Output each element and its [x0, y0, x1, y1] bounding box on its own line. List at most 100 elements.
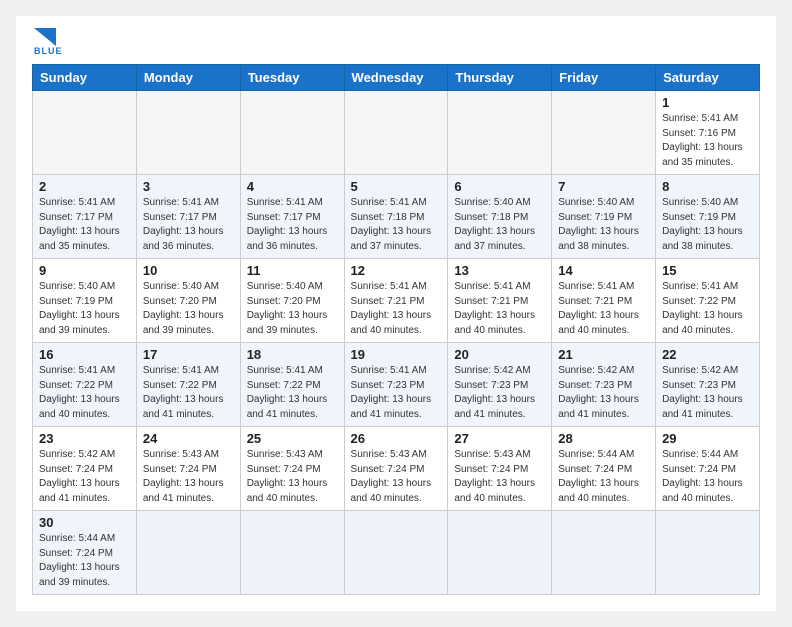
calendar-cell	[552, 511, 656, 595]
calendar-week-row: 9Sunrise: 5:40 AM Sunset: 7:19 PM Daylig…	[33, 259, 760, 343]
calendar-cell	[240, 91, 344, 175]
calendar-cell	[136, 511, 240, 595]
day-info: Sunrise: 5:41 AM Sunset: 7:17 PM Dayligh…	[247, 196, 338, 254]
day-number: 11	[247, 263, 338, 278]
day-number: 19	[351, 347, 442, 362]
weekday-header-tuesday: Tuesday	[240, 65, 344, 91]
day-number: 29	[662, 431, 753, 446]
calendar-cell	[344, 91, 448, 175]
day-number: 10	[143, 263, 234, 278]
weekday-header-saturday: Saturday	[656, 65, 760, 91]
day-number: 18	[247, 347, 338, 362]
day-number: 21	[558, 347, 649, 362]
day-info: Sunrise: 5:44 AM Sunset: 7:24 PM Dayligh…	[662, 448, 753, 506]
logo-subtitle: BLUE	[34, 46, 63, 56]
day-number: 16	[39, 347, 130, 362]
calendar-cell: 27 Sunrise: 5:43 AM Sunset: 7:24 PM Dayli…	[448, 427, 552, 511]
day-number: 17	[143, 347, 234, 362]
calendar-cell	[33, 91, 137, 175]
calendar-cell: 7 Sunrise: 5:40 AM Sunset: 7:19 PM Daylig…	[552, 175, 656, 259]
day-info: Sunrise: 5:42 AM Sunset: 7:23 PM Dayligh…	[454, 364, 545, 422]
logo: BLUE	[32, 32, 63, 56]
calendar-cell: 2 Sunrise: 5:41 AM Sunset: 7:17 PM Daylig…	[33, 175, 137, 259]
day-info: Sunrise: 5:40 AM Sunset: 7:18 PM Dayligh…	[454, 196, 545, 254]
day-info: Sunrise: 5:41 AM Sunset: 7:22 PM Dayligh…	[39, 364, 130, 422]
day-number: 2	[39, 179, 130, 194]
day-info: Sunrise: 5:40 AM Sunset: 7:20 PM Dayligh…	[143, 280, 234, 338]
day-number: 25	[247, 431, 338, 446]
calendar-cell: 21 Sunrise: 5:42 AM Sunset: 7:23 PM Dayli…	[552, 343, 656, 427]
day-number: 6	[454, 179, 545, 194]
weekday-header-monday: Monday	[136, 65, 240, 91]
day-number: 7	[558, 179, 649, 194]
day-info: Sunrise: 5:41 AM Sunset: 7:17 PM Dayligh…	[143, 196, 234, 254]
weekday-header-thursday: Thursday	[448, 65, 552, 91]
calendar-cell: 20 Sunrise: 5:42 AM Sunset: 7:23 PM Dayli…	[448, 343, 552, 427]
day-info: Sunrise: 5:42 AM Sunset: 7:23 PM Dayligh…	[558, 364, 649, 422]
calendar-cell: 9Sunrise: 5:40 AM Sunset: 7:19 PM Daylig…	[33, 259, 137, 343]
calendar-cell: 12Sunrise: 5:41 AM Sunset: 7:21 PM Dayli…	[344, 259, 448, 343]
day-info: Sunrise: 5:41 AM Sunset: 7:22 PM Dayligh…	[662, 280, 753, 338]
calendar-cell	[240, 511, 344, 595]
day-info: Sunrise: 5:43 AM Sunset: 7:24 PM Dayligh…	[143, 448, 234, 506]
day-number: 27	[454, 431, 545, 446]
day-info: Sunrise: 5:41 AM Sunset: 7:21 PM Dayligh…	[454, 280, 545, 338]
calendar-cell: 4 Sunrise: 5:41 AM Sunset: 7:17 PM Daylig…	[240, 175, 344, 259]
calendar-cell: 30 Sunrise: 5:44 AM Sunset: 7:24 PM Dayli…	[33, 511, 137, 595]
day-info: Sunrise: 5:41 AM Sunset: 7:22 PM Dayligh…	[143, 364, 234, 422]
calendar-cell: 18Sunrise: 5:41 AM Sunset: 7:22 PM Dayli…	[240, 343, 344, 427]
calendar-cell: 29 Sunrise: 5:44 AM Sunset: 7:24 PM Dayli…	[656, 427, 760, 511]
weekday-header-row: SundayMondayTuesdayWednesdayThursdayFrid…	[33, 65, 760, 91]
calendar-cell: 13 Sunrise: 5:41 AM Sunset: 7:21 PM Dayli…	[448, 259, 552, 343]
calendar-cell: 28Sunrise: 5:44 AM Sunset: 7:24 PM Dayli…	[552, 427, 656, 511]
calendar-cell: 26Sunrise: 5:43 AM Sunset: 7:24 PM Dayli…	[344, 427, 448, 511]
day-number: 20	[454, 347, 545, 362]
day-number: 14	[558, 263, 649, 278]
calendar-week-row: 2 Sunrise: 5:41 AM Sunset: 7:17 PM Daylig…	[33, 175, 760, 259]
day-number: 22	[662, 347, 753, 362]
calendar-cell	[136, 91, 240, 175]
day-info: Sunrise: 5:41 AM Sunset: 7:23 PM Dayligh…	[351, 364, 442, 422]
calendar-cell	[448, 511, 552, 595]
weekday-header-wednesday: Wednesday	[344, 65, 448, 91]
calendar-cell: 8 Sunrise: 5:40 AM Sunset: 7:19 PM Daylig…	[656, 175, 760, 259]
day-info: Sunrise: 5:41 AM Sunset: 7:18 PM Dayligh…	[351, 196, 442, 254]
calendar-cell: 11 Sunrise: 5:40 AM Sunset: 7:20 PM Dayli…	[240, 259, 344, 343]
calendar-cell: 14Sunrise: 5:41 AM Sunset: 7:21 PM Dayli…	[552, 259, 656, 343]
day-number: 4	[247, 179, 338, 194]
calendar-cell: 10 Sunrise: 5:40 AM Sunset: 7:20 PM Dayli…	[136, 259, 240, 343]
day-info: Sunrise: 5:44 AM Sunset: 7:24 PM Dayligh…	[39, 532, 130, 590]
day-info: Sunrise: 5:40 AM Sunset: 7:19 PM Dayligh…	[662, 196, 753, 254]
calendar-cell: 15Sunrise: 5:41 AM Sunset: 7:22 PM Dayli…	[656, 259, 760, 343]
day-info: Sunrise: 5:42 AM Sunset: 7:23 PM Dayligh…	[662, 364, 753, 422]
calendar-cell	[448, 91, 552, 175]
day-info: Sunrise: 5:40 AM Sunset: 7:20 PM Dayligh…	[247, 280, 338, 338]
calendar-cell: 17 Sunrise: 5:41 AM Sunset: 7:22 PM Dayli…	[136, 343, 240, 427]
weekday-header-friday: Friday	[552, 65, 656, 91]
logo-triangle-icon	[34, 28, 56, 46]
day-number: 8	[662, 179, 753, 194]
calendar-table: SundayMondayTuesdayWednesdayThursdayFrid…	[32, 64, 760, 595]
calendar-week-row: 16 Sunrise: 5:41 AM Sunset: 7:22 PM Dayli…	[33, 343, 760, 427]
day-number: 9	[39, 263, 130, 278]
calendar-cell: 22 Sunrise: 5:42 AM Sunset: 7:23 PM Dayli…	[656, 343, 760, 427]
day-info: Sunrise: 5:43 AM Sunset: 7:24 PM Dayligh…	[454, 448, 545, 506]
calendar-cell: 3 Sunrise: 5:41 AM Sunset: 7:17 PM Daylig…	[136, 175, 240, 259]
page: BLUE SundayMondayTuesdayWednesdayThursda…	[16, 16, 776, 611]
day-info: Sunrise: 5:41 AM Sunset: 7:17 PM Dayligh…	[39, 196, 130, 254]
calendar-cell: 19 Sunrise: 5:41 AM Sunset: 7:23 PM Dayli…	[344, 343, 448, 427]
calendar-cell: 23Sunrise: 5:42 AM Sunset: 7:24 PM Dayli…	[33, 427, 137, 511]
day-number: 24	[143, 431, 234, 446]
calendar-cell: 25 Sunrise: 5:43 AM Sunset: 7:24 PM Dayli…	[240, 427, 344, 511]
day-number: 28	[558, 431, 649, 446]
day-number: 12	[351, 263, 442, 278]
day-number: 13	[454, 263, 545, 278]
header: BLUE	[32, 32, 760, 56]
calendar-cell	[344, 511, 448, 595]
calendar-cell: 16 Sunrise: 5:41 AM Sunset: 7:22 PM Dayli…	[33, 343, 137, 427]
day-number: 3	[143, 179, 234, 194]
calendar-week-row: 23Sunrise: 5:42 AM Sunset: 7:24 PM Dayli…	[33, 427, 760, 511]
day-info: Sunrise: 5:43 AM Sunset: 7:24 PM Dayligh…	[247, 448, 338, 506]
day-info: Sunrise: 5:40 AM Sunset: 7:19 PM Dayligh…	[558, 196, 649, 254]
day-number: 30	[39, 515, 130, 530]
